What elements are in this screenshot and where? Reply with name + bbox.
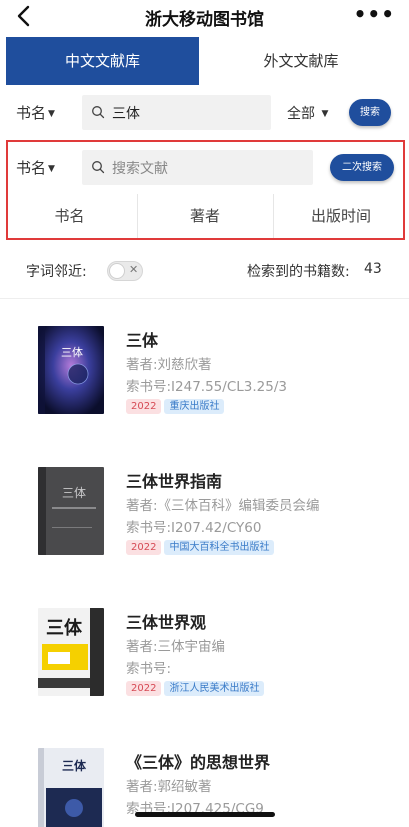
secondary-field-select[interactable]: 书名 ▼ — [16, 157, 55, 178]
scope-select[interactable]: 全部 ▼ — [287, 103, 328, 123]
secondary-search-panel: 书名 ▼ 搜索文献 二次搜索 书名 著者 出版时间 — [6, 140, 405, 240]
search-icon — [92, 106, 105, 119]
book-cover: 三体 — [38, 326, 104, 414]
publisher-badge: 重庆出版社 — [164, 399, 225, 414]
search-button[interactable]: 搜索 — [349, 99, 391, 126]
secondary-field-label: 书名 — [16, 159, 47, 177]
tab-chinese-library[interactable]: 中文文献库 — [6, 37, 199, 85]
secondary-search-row: 书名 ▼ 搜索文献 二次搜索 — [8, 150, 403, 186]
home-indicator[interactable] — [135, 812, 275, 817]
tab-foreign-library[interactable]: 外文文献库 — [199, 37, 403, 85]
book-tags: 2022 重庆出版社 — [126, 399, 227, 415]
library-tabs: 中文文献库 外文文献库 — [6, 37, 403, 85]
cover-title: 三体 — [46, 617, 83, 639]
options-row: 字词邻近: ✕ 检索到的书籍数: 43 — [0, 258, 409, 286]
page-title: 浙大移动图书馆 — [145, 10, 264, 30]
search-icon — [92, 161, 105, 174]
caret-down-icon: ▼ — [48, 163, 55, 174]
divider — [0, 298, 409, 299]
caret-down-icon: ▼ — [48, 108, 55, 119]
secondary-search-button[interactable]: 二次搜索 — [330, 154, 394, 181]
book-title: 三体世界指南 — [126, 472, 223, 491]
result-count: 43 — [364, 261, 382, 277]
book-tags: 2022 浙江人民美术出版社 — [126, 681, 267, 697]
search-field-label: 书名 — [16, 104, 47, 122]
proximity-toggle[interactable]: ✕ — [107, 261, 143, 281]
publisher-badge: 中国大百科全书出版社 — [164, 540, 275, 555]
cover-title: 三体 — [62, 486, 86, 500]
cover-title: 三体 — [61, 345, 83, 359]
book-cover: 三体 — [38, 608, 104, 696]
book-item[interactable]: 三体 三体 著者:刘慈欣著 索书号:I247.55/CL3.25/3 2022 重… — [0, 326, 409, 446]
book-call-number: 索书号:I247.55/CL3.25/3 — [126, 379, 287, 395]
cover-title: 三体 — [62, 758, 87, 773]
search-query: 三体 — [112, 106, 140, 122]
book-call-number: 索书号: — [126, 661, 172, 677]
sort-by-title[interactable]: 书名 — [8, 194, 131, 238]
year-badge: 2022 — [126, 399, 162, 414]
book-title: 三体世界观 — [126, 613, 207, 632]
book-author: 著者:《三体百科》编辑委员会编 — [126, 498, 320, 514]
top-bar: 浙大移动图书馆 ••• — [0, 0, 409, 34]
book-cover: 三体 — [38, 467, 104, 555]
book-cover: 三体 — [38, 748, 104, 827]
search-row: 书名 ▼ 三体 全部 ▼ 搜索 — [0, 95, 409, 131]
secondary-search-placeholder: 搜索文献 — [112, 161, 168, 177]
result-count-label: 检索到的书籍数: — [247, 264, 350, 280]
secondary-search-input[interactable]: 搜索文献 — [82, 150, 313, 185]
publisher-badge: 浙江人民美术出版社 — [164, 681, 265, 696]
book-call-number: 索书号:I207.42/CY60 — [126, 520, 262, 536]
book-author: 著者:郭绍敏著 — [126, 779, 212, 795]
year-badge: 2022 — [126, 681, 162, 696]
book-title: 三体 — [126, 331, 159, 350]
close-icon: ✕ — [129, 263, 139, 276]
divider — [137, 194, 138, 238]
sort-by-author[interactable]: 著者 — [143, 194, 267, 238]
search-input[interactable]: 三体 — [82, 95, 271, 130]
sort-options: 书名 著者 出版时间 — [8, 194, 403, 238]
sort-by-date[interactable]: 出版时间 — [279, 194, 403, 238]
book-item[interactable]: 三体 三体世界观 著者:三体宇宙编 索书号: 2022 浙江人民美术出版社 — [0, 608, 409, 728]
search-field-select[interactable]: 书名 ▼ — [16, 102, 55, 123]
book-tags: 2022 中国大百科全书出版社 — [126, 540, 277, 556]
book-author: 著者:三体宇宙编 — [126, 639, 226, 655]
divider — [273, 194, 274, 238]
scope-label: 全部 — [287, 106, 315, 122]
toggle-knob — [109, 263, 125, 279]
book-item[interactable]: 三体 三体世界指南 著者:《三体百科》编辑委员会编 索书号:I207.42/CY… — [0, 467, 409, 587]
proximity-label: 字词邻近: — [26, 264, 87, 280]
book-title: 《三体》的思想世界 — [126, 753, 271, 772]
more-icon[interactable]: ••• — [354, 2, 395, 26]
book-author: 著者:刘慈欣著 — [126, 357, 212, 373]
caret-down-icon: ▼ — [321, 109, 329, 119]
year-badge: 2022 — [126, 540, 162, 555]
